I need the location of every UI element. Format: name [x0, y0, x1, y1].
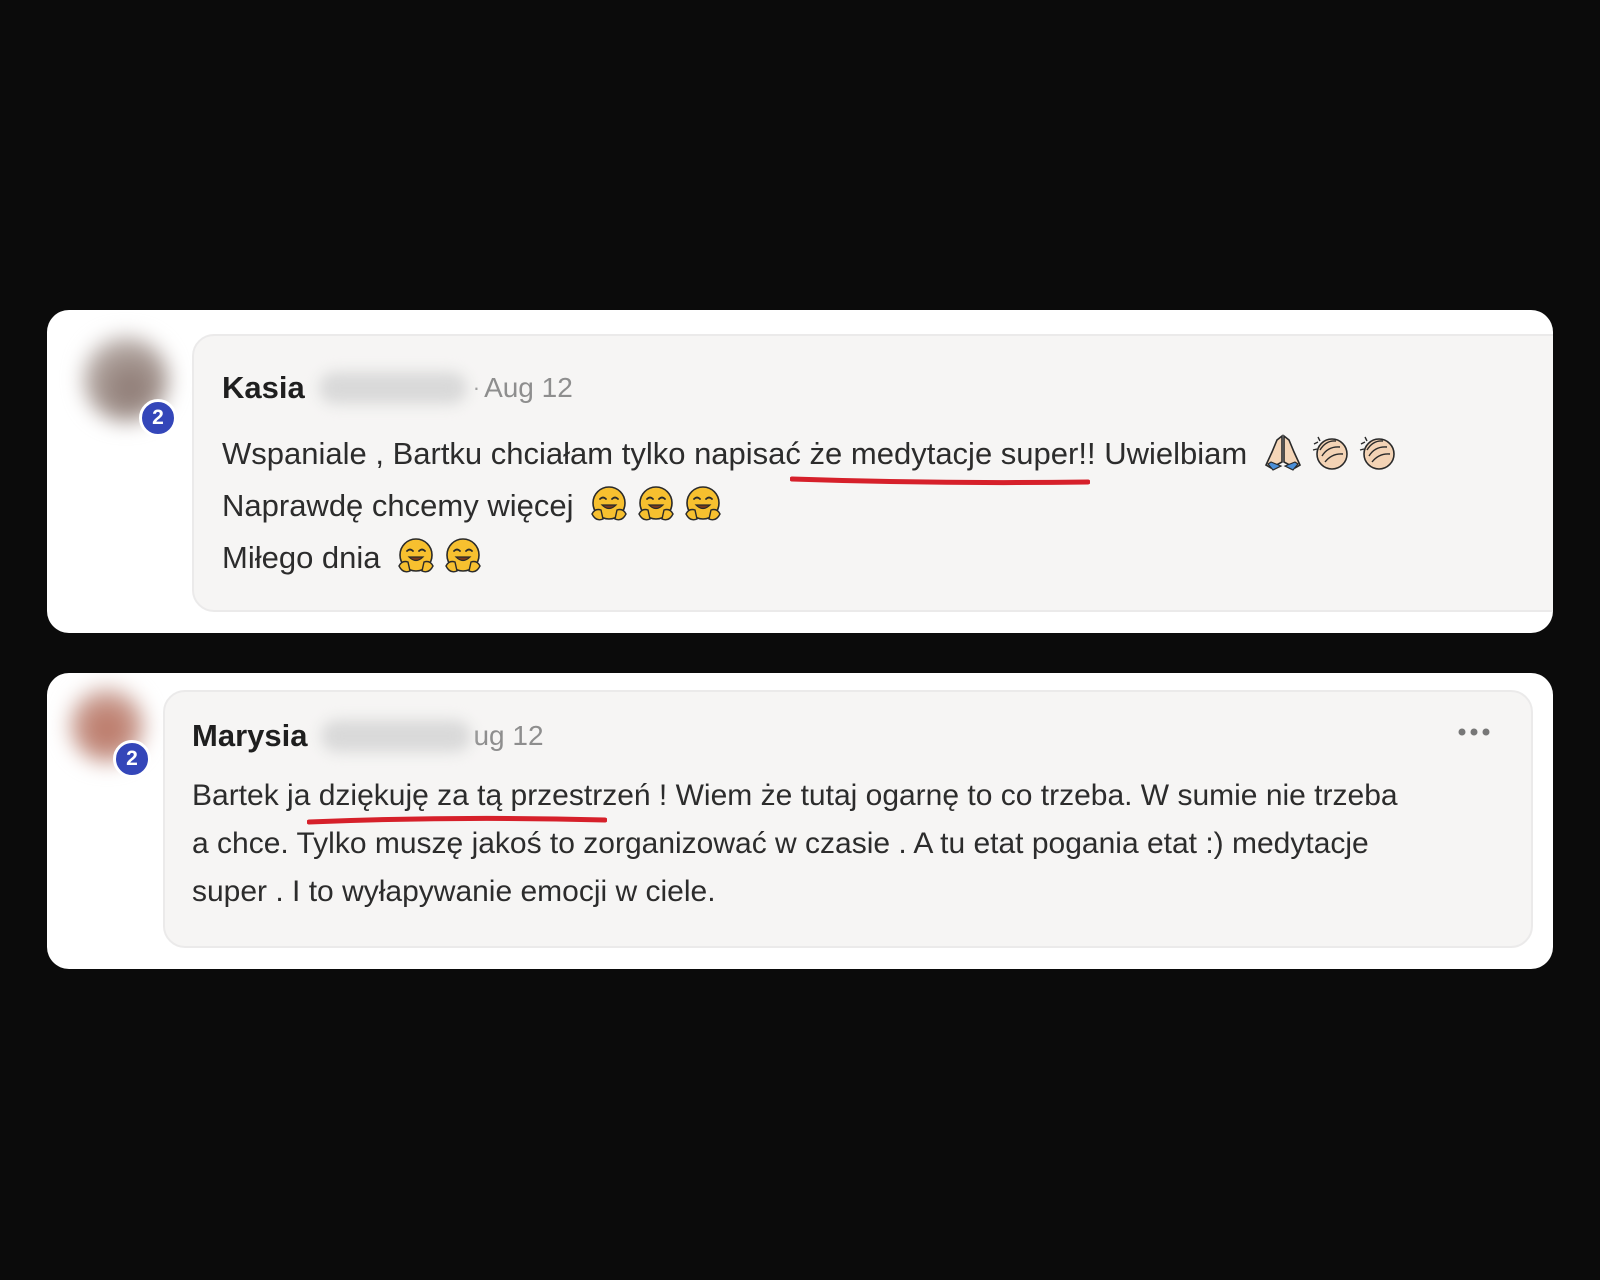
clapping-hands-icon — [1359, 436, 1395, 470]
level-badge: 2 — [139, 399, 177, 437]
comment-card-marysia: 2 Marysia ug 12 Bartek ja dziękuję za tą… — [47, 673, 1553, 969]
highlighted-text-content: że medytacje super!! — [809, 436, 1096, 471]
comment-bubble: Kasia · Aug 12 Wspaniale , Bartku chciał… — [192, 334, 1553, 612]
folded-hands-icon — [1264, 434, 1301, 471]
comment-body: Bartek ja dziękuję za tą przestrzeń ! Wi… — [192, 772, 1398, 916]
highlighted-text-content: dziękuję za tą przestrzeń — [318, 779, 651, 812]
hugging-face-icon — [591, 486, 627, 521]
text-segment: Naprawdę chcemy więcej — [222, 488, 574, 523]
comment-line-1: Bartek ja dziękuję za tą przestrzeń ! Wi… — [192, 772, 1398, 825]
text-segment: Miłego dnia — [222, 540, 381, 575]
author-surname-redacted — [318, 372, 467, 404]
separator-dot: · — [472, 375, 481, 400]
comment-line-2: Naprawdę chcemy więcej — [222, 480, 1397, 532]
comment-body: Wspaniale , Bartku chciałam tylko napisa… — [222, 428, 1397, 584]
text-segment: Wspaniale , Bartku chciałam tylko napisa… — [222, 436, 810, 471]
hugging-face-icon — [398, 538, 434, 573]
comment-date[interactable]: ug 12 — [473, 720, 543, 752]
more-horizontal-icon[interactable] — [1457, 726, 1491, 738]
comment-date[interactable]: Aug 12 — [484, 372, 573, 404]
clapping-hands-icon — [1312, 436, 1348, 470]
text-segment: ! Wiem że tutaj ogarnę to co trzeba. W s… — [650, 779, 1398, 812]
author-surname-redacted — [321, 720, 472, 752]
comment-bubble: Marysia ug 12 Bartek ja dziękuję za tą p… — [163, 690, 1533, 948]
comment-card-kasia: 2 Kasia · Aug 12 Wspaniale , Bartku chci… — [47, 310, 1553, 633]
hugging-face-icon — [638, 486, 674, 521]
comment-line-1: Wspaniale , Bartku chciałam tylko napisa… — [222, 428, 1397, 486]
level-badge: 2 — [113, 740, 151, 778]
avatar[interactable]: 2 — [55, 677, 165, 787]
comment-line-2: a chce. Tylko muszę jakoś to zorganizowa… — [192, 827, 1369, 860]
author-name[interactable]: Kasia — [222, 370, 305, 406]
avatar[interactable]: 2 — [69, 324, 189, 444]
comment-line-3: Miłego dnia — [222, 532, 1397, 584]
comment-header: Marysia ug 12 — [192, 718, 544, 754]
hugging-face-icon — [445, 538, 481, 573]
highlighted-text: dziękuję za tą przestrzeń — [306, 779, 651, 825]
text-segment: Uwielbiam — [1095, 436, 1248, 471]
comment-line-3: super . I to wyłapywanie emocji w ciele. — [192, 875, 716, 908]
hugging-face-icon — [685, 486, 721, 521]
comment-header: Kasia · Aug 12 — [222, 370, 573, 406]
text-segment: Bartek ja — [192, 779, 319, 812]
author-name[interactable]: Marysia — [192, 718, 307, 754]
highlighted-text: że medytacje super!! — [789, 436, 1096, 486]
